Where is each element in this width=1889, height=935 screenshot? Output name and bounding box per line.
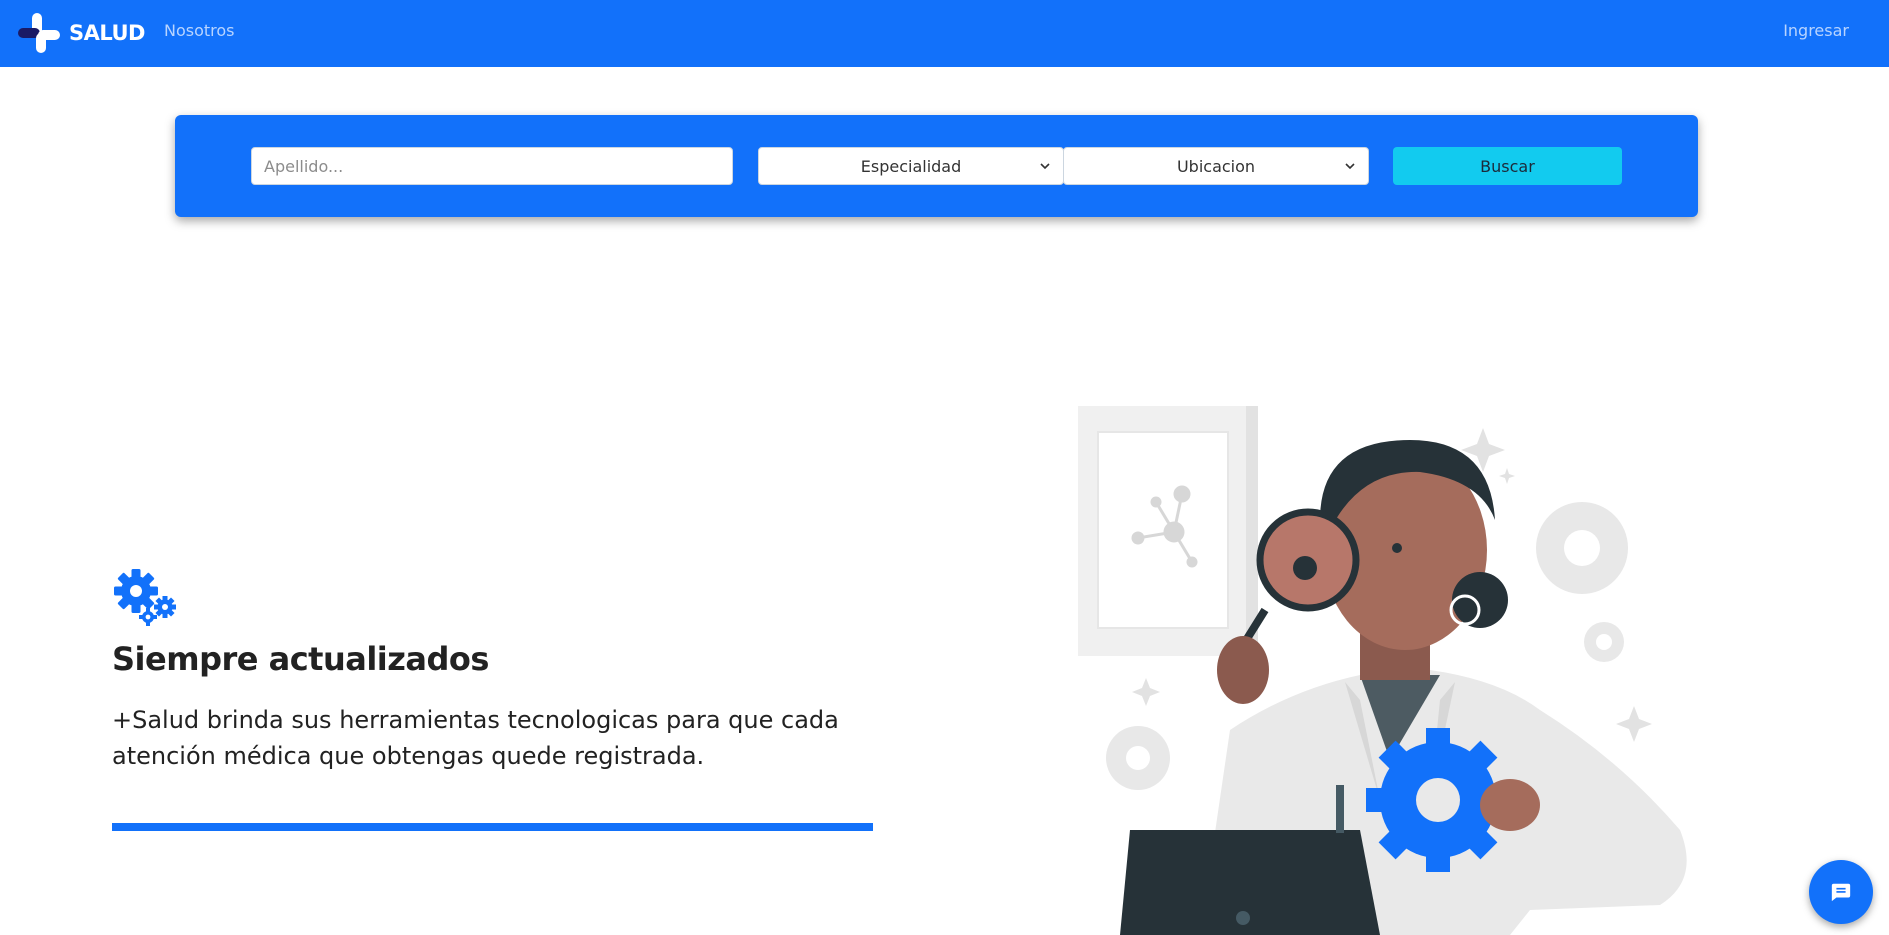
ubicacion-select[interactable]: Ubicacion [1063,147,1369,185]
especialidad-select[interactable]: Especialidad [758,147,1064,185]
especialidad-select-label: Especialidad [860,156,962,176]
chevron-down-icon [1040,163,1050,170]
brand-name: SALUD [69,21,146,45]
gears-icon [114,569,176,626]
divider-bar [112,823,873,831]
chat-button[interactable] [1809,860,1873,924]
apellido-input[interactable] [251,147,733,185]
brand-logo-icon [18,13,60,53]
feature-title: Siempre actualizados [112,640,489,678]
navbar: SALUD Nosotros Ingresar [0,0,1889,67]
buscar-button[interactable]: Buscar [1393,147,1622,185]
chat-icon [1831,883,1851,902]
doctor-illustration [1078,406,1687,935]
search-panel: Especialidad Ubicacion Buscar [175,115,1698,217]
feature-description: +Salud brinda sus herramientas tecnologi… [112,706,839,770]
nav-link-ingresar[interactable]: Ingresar [1783,21,1849,40]
nav-link-nosotros[interactable]: Nosotros [164,21,235,40]
chevron-down-icon [1345,163,1355,170]
ubicacion-select-label: Ubicacion [1176,156,1256,176]
brand[interactable]: SALUD [16,11,146,55]
